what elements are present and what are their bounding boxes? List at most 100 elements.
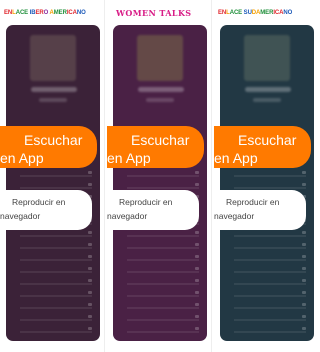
listen-label-line2: en App <box>214 150 258 166</box>
episode-row <box>127 259 199 261</box>
episode-duration-placeholder <box>195 315 199 318</box>
episode-duration-placeholder <box>195 231 199 234</box>
episode-duration-placeholder <box>302 183 306 186</box>
episode-row <box>20 283 92 285</box>
browser-label-line1: Reproducir en <box>119 197 173 207</box>
browser-label-line2: navegador <box>0 211 41 221</box>
browser-label-line1: Reproducir en <box>12 197 66 207</box>
episode-duration-placeholder <box>88 279 92 282</box>
listen-in-app-button[interactable]: Escuchar en App <box>107 126 204 168</box>
episode-duration-placeholder <box>302 231 306 234</box>
episode-row <box>127 247 199 249</box>
episode-duration-placeholder <box>195 327 199 330</box>
cover-art <box>244 35 290 81</box>
episode-row <box>20 247 92 249</box>
episode-row <box>127 307 199 309</box>
browser-label-line2: navegador <box>214 211 255 221</box>
episode-row <box>234 259 306 261</box>
episode-duration-placeholder <box>195 267 199 270</box>
episode-duration-placeholder <box>195 243 199 246</box>
episode-duration-placeholder <box>88 171 92 174</box>
episode-duration-placeholder <box>88 243 92 246</box>
listen-label-line2: en App <box>107 150 151 166</box>
episode-duration-placeholder <box>302 243 306 246</box>
episode-row <box>20 295 92 297</box>
episode-duration-placeholder <box>88 327 92 330</box>
browser-label-line1: Reproducir en <box>226 197 280 207</box>
listen-in-app-button[interactable]: Escuchar en App <box>0 126 97 168</box>
play-in-browser-button[interactable]: Reproducir en navegador <box>214 190 306 230</box>
player-card <box>6 25 100 341</box>
episode-row <box>127 235 199 237</box>
episode-duration-placeholder <box>88 303 92 306</box>
episode-row <box>234 283 306 285</box>
play-in-browser-button[interactable]: Reproducir en navegador <box>0 190 92 230</box>
episode-duration-placeholder <box>195 171 199 174</box>
episode-row <box>127 175 199 177</box>
podcast-player-enlace-sudamericano: ENLACE SUDAMERICANO Escuchar en App Repr… <box>214 0 314 352</box>
episode-row <box>234 187 306 189</box>
episode-duration-placeholder <box>88 267 92 270</box>
listen-label-line1: Escuchar <box>24 132 83 148</box>
cover-art <box>137 35 183 81</box>
episode-row <box>20 331 92 333</box>
episode-row <box>20 271 92 273</box>
episode-duration-placeholder <box>88 255 92 258</box>
episode-row <box>127 295 199 297</box>
podcast-player-women-talks: WOMEN TALKS Escuchar en App Reproducir e… <box>107 0 207 352</box>
column-divider <box>104 0 105 352</box>
episode-duration-placeholder <box>195 303 199 306</box>
episode-subtitle-placeholder <box>253 98 281 102</box>
episode-row <box>234 247 306 249</box>
episode-duration-placeholder <box>302 315 306 318</box>
episode-duration-placeholder <box>302 279 306 282</box>
episode-duration-placeholder <box>302 255 306 258</box>
episode-duration-placeholder <box>302 291 306 294</box>
episode-row <box>127 283 199 285</box>
column-divider <box>211 0 212 352</box>
episode-row <box>234 319 306 321</box>
episode-row <box>127 187 199 189</box>
podcast-logo: WOMEN TALKS <box>116 8 192 18</box>
episode-duration-placeholder <box>88 231 92 234</box>
episode-row <box>20 319 92 321</box>
browser-label-line2: navegador <box>107 211 148 221</box>
episode-duration-placeholder <box>302 171 306 174</box>
episode-duration-placeholder <box>195 255 199 258</box>
cover-art <box>30 35 76 81</box>
podcast-player-enlace-iberoamericano: ENLACE IBERO AMERICANO Escuchar en App R… <box>0 0 100 352</box>
episode-duration-placeholder <box>302 267 306 270</box>
episode-duration-placeholder <box>88 315 92 318</box>
episode-duration-placeholder <box>302 327 306 330</box>
episode-row <box>234 331 306 333</box>
episode-row <box>20 175 92 177</box>
listen-in-app-button[interactable]: Escuchar en App <box>214 126 311 168</box>
episode-duration-placeholder <box>88 183 92 186</box>
episode-row <box>234 295 306 297</box>
episode-duration-placeholder <box>195 291 199 294</box>
episode-row <box>20 235 92 237</box>
episode-row <box>20 259 92 261</box>
listen-label-line1: Escuchar <box>131 132 190 148</box>
episode-duration-placeholder <box>195 183 199 186</box>
episode-row <box>234 271 306 273</box>
podcast-logo: ENLACE SUDAMERICANO <box>218 10 293 16</box>
episode-row <box>127 271 199 273</box>
episode-duration-placeholder <box>88 291 92 294</box>
episode-row <box>20 307 92 309</box>
episode-row <box>234 175 306 177</box>
episode-row <box>234 235 306 237</box>
episode-duration-placeholder <box>302 303 306 306</box>
listen-label-line2: en App <box>0 150 44 166</box>
play-in-browser-button[interactable]: Reproducir en navegador <box>107 190 199 230</box>
episode-row <box>20 187 92 189</box>
episode-row <box>234 307 306 309</box>
episode-row <box>127 319 199 321</box>
episode-subtitle-placeholder <box>146 98 174 102</box>
episode-row <box>127 331 199 333</box>
player-card <box>220 25 314 341</box>
player-card <box>113 25 207 341</box>
listen-label-line1: Escuchar <box>238 132 297 148</box>
podcast-logo: ENLACE IBERO AMERICANO <box>4 10 86 16</box>
episode-subtitle-placeholder <box>39 98 67 102</box>
